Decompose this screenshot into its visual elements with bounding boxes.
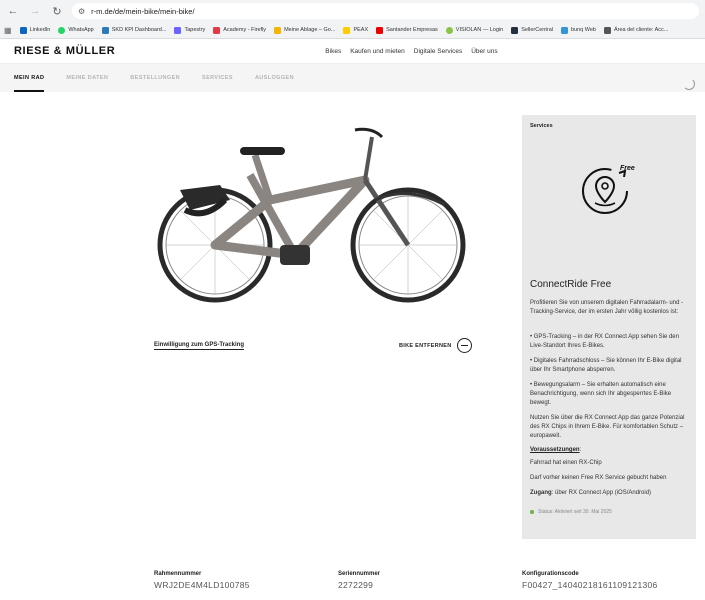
bookmarks-bar: ▦ LinkedIn WhatsApp SKD KPI Dashboard...… <box>0 22 705 38</box>
bookmark-skd-kpi[interactable]: SKD KPI Dashboard... <box>101 26 166 34</box>
whatsapp-icon <box>58 26 66 34</box>
bookmark-peax[interactable]: PEAX <box>343 26 368 34</box>
bookmark-sellercentral[interactable]: SellerCentral <box>511 26 553 34</box>
main-nav: Bikes Kaufen und mieten Digitale Service… <box>325 48 497 55</box>
browser-chrome: ← → ↻ ⚙ r-m.de/de/mein-bike/mein-bike/ ▦… <box>0 0 705 39</box>
firefly-icon <box>213 26 221 34</box>
service-bullet: • Digitales Fahrradschloss – Sie können … <box>530 358 682 373</box>
service-intro: Profitieren Sie von unserem digitalen Fa… <box>530 300 684 315</box>
location-tracking-icon: Free <box>579 161 639 221</box>
minus-circle-icon <box>457 338 473 353</box>
tab-ausloggen[interactable]: AUSLOGGEN <box>255 75 294 81</box>
remove-bike-button[interactable]: BIKE ENTFERNEN <box>399 338 473 353</box>
bookmark-bunq[interactable]: bunq Web <box>560 26 596 34</box>
bunq-icon <box>560 26 568 34</box>
service-outro: Nutzen Sie über die RX Connect App das g… <box>530 415 685 439</box>
ellipsis-icon <box>603 26 611 34</box>
nav-ueber-uns[interactable]: Über uns <box>471 48 497 55</box>
frame-number-value: WRJ2DE4M4LD100785 <box>154 580 250 590</box>
brand-logo[interactable]: RIESE & MÜLLER <box>14 45 115 57</box>
requirements-list: Fahrrad hat einen RX-Chip Darf vorher ke… <box>530 459 688 498</box>
access-info: Zugang: über RX Connect App (iOS/Android… <box>530 490 652 496</box>
bookmark-academy[interactable]: Academy - Firefly <box>213 26 266 34</box>
dashboard-icon <box>101 26 109 34</box>
url-text: r-m.de/de/mein-bike/mein-bike/ <box>91 6 195 16</box>
santander-icon <box>376 26 384 34</box>
bookmark-whatsapp[interactable]: WhatsApp <box>58 26 94 34</box>
serial-number-label: Seriennummer <box>338 571 381 577</box>
status-dot-icon <box>530 510 534 514</box>
bookmark-linkedin[interactable]: LinkedIn <box>19 26 50 34</box>
service-description: Profitieren Sie von unserem digitalen Fa… <box>530 299 688 441</box>
bike-image <box>150 115 470 315</box>
nav-kaufen-mieten[interactable]: Kaufen und mieten <box>350 48 405 55</box>
drive-icon <box>274 26 282 34</box>
service-bullet: • Bewegungsalarm – Sie erhalten automati… <box>530 382 672 406</box>
status-text: Status: Aktiviert seit 30. Mai 2025 <box>538 509 612 515</box>
apps-icon[interactable]: ▦ <box>4 26 12 35</box>
peax-icon <box>343 26 351 34</box>
tab-meine-daten[interactable]: MEINE DATEN <box>66 75 108 81</box>
service-status: Status: Aktiviert seit 30. Mai 2025 <box>530 509 688 515</box>
scroll-up-icon[interactable] <box>683 78 695 90</box>
free-badge: Free <box>620 165 635 172</box>
bookmark-santander[interactable]: Santander Empresas <box>376 26 438 34</box>
service-title: ConnectRide Free <box>530 279 612 290</box>
serial-number-block: Seriennummer 2272299 <box>338 571 380 590</box>
account-subnav: MEIN RAD MEINE DATEN BESTELLUNGEN SERVIC… <box>0 64 705 92</box>
requirement-item: Fahrrad hat einen RX-Chip <box>530 460 602 466</box>
bookmark-meine-ablage[interactable]: Meine Ablage – Go... <box>274 26 335 34</box>
config-code-label: Konfigurationscode <box>522 571 579 577</box>
amazon-icon <box>511 26 519 34</box>
linkedin-icon <box>19 26 27 34</box>
config-code-block: Konfigurationscode F00427_14040218161109… <box>522 571 658 590</box>
frame-number-label: Rahmennummer <box>154 571 202 577</box>
services-heading: Services <box>530 123 553 129</box>
serial-number-value: 2272299 <box>338 580 374 590</box>
bookmark-area-cliente[interactable]: Área del cliente: Acc... <box>603 26 668 34</box>
back-icon[interactable]: ← <box>6 4 20 18</box>
bookmark-visiolan[interactable]: VISIOLAN — Login <box>445 26 503 34</box>
visiolan-icon <box>445 26 453 34</box>
tapestry-icon <box>174 26 182 34</box>
reload-icon[interactable]: ↻ <box>50 4 64 18</box>
site-header: RIESE & MÜLLER Bikes Kaufen und mieten D… <box>0 39 705 64</box>
tab-bestellungen[interactable]: BESTELLUNGEN <box>130 75 180 81</box>
nav-bikes[interactable]: Bikes <box>325 48 341 55</box>
requirements-heading: Voraussetzungen: <box>530 447 582 453</box>
site-info-icon[interactable]: ⚙ <box>78 7 85 16</box>
bookmark-tapestry[interactable]: Tapestry <box>174 26 205 34</box>
services-panel: Services Free ConnectRide Free Profitier… <box>522 115 696 539</box>
config-code-value: F00427_14040218161109121306 <box>522 580 658 590</box>
address-row: ← → ↻ ⚙ r-m.de/de/mein-bike/mein-bike/ <box>0 0 705 22</box>
remove-bike-label: BIKE ENTFERNEN <box>399 342 452 349</box>
gps-consent-link[interactable]: Einwilligung zum GPS-Tracking <box>154 342 245 350</box>
requirement-item: Darf vorher keinen Free RX Service gebuc… <box>530 475 667 481</box>
service-bullet: • GPS-Tracking – in der RX Connect App s… <box>530 334 679 349</box>
forward-icon[interactable]: → <box>28 4 42 18</box>
nav-digitale-services[interactable]: Digitale Services <box>414 48 462 55</box>
url-bar[interactable]: ⚙ r-m.de/de/mein-bike/mein-bike/ <box>72 3 699 19</box>
frame-number-block: Rahmennummer WRJ2DE4M4LD100785 <box>154 571 250 590</box>
tab-services[interactable]: SERVICES <box>202 75 233 81</box>
tab-mein-rad[interactable]: MEIN RAD <box>14 64 45 92</box>
